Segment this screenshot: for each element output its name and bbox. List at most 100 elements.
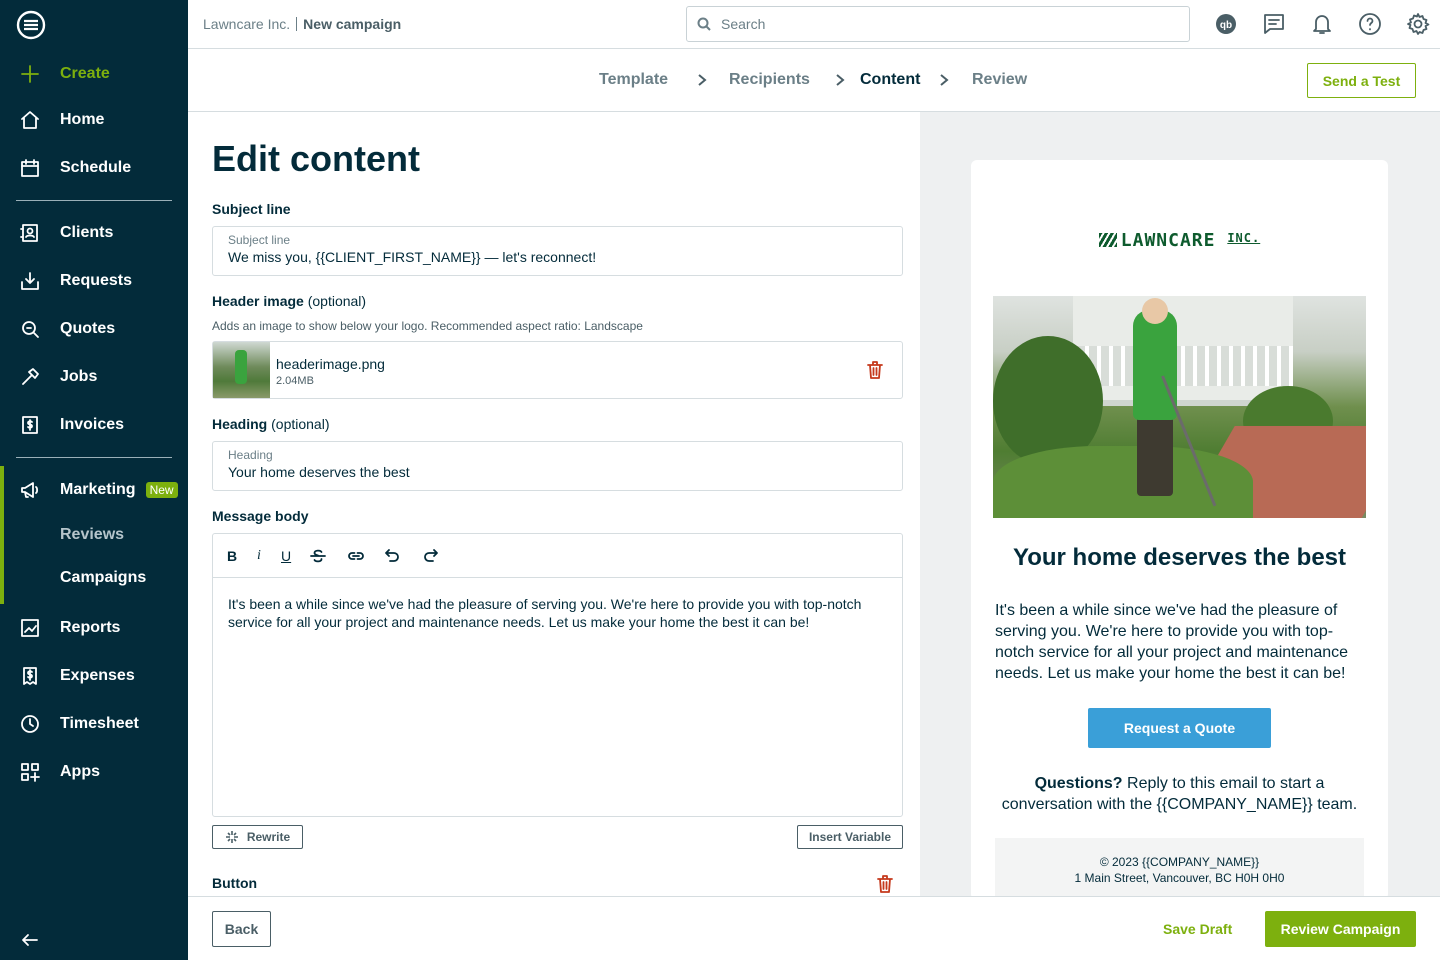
quickbooks-icon[interactable]: qb	[1214, 12, 1238, 36]
search-placeholder: Search	[721, 16, 766, 32]
heading-field[interactable]: Heading Your home deserves the best	[212, 441, 903, 491]
footer-copyright: © 2023 {{COMPANY_NAME}}	[1099, 855, 1260, 869]
optional-text: (optional)	[271, 416, 330, 432]
sidebar-item-marketing[interactable]: Marketing New	[0, 470, 188, 510]
sidebar-divider	[16, 457, 172, 458]
sidebar-item-requests[interactable]: Requests	[0, 261, 188, 301]
step-review[interactable]: Review	[972, 71, 1027, 89]
help-icon[interactable]	[1358, 12, 1382, 36]
jobber-logo[interactable]	[16, 10, 46, 40]
calendar-icon	[20, 158, 40, 178]
action-bar: Back Save Draft Review Campaign	[188, 896, 1440, 960]
sidebar: Create Home Schedule Clients Requests Qu…	[0, 0, 188, 960]
step-template[interactable]: Template	[599, 71, 668, 89]
message-body-editor[interactable]: B i U It's been a while since we've had …	[212, 533, 903, 817]
redo-icon[interactable]	[422, 547, 440, 565]
svg-text:qb: qb	[1220, 20, 1232, 31]
search-input[interactable]: Search	[686, 6, 1190, 42]
sidebar-item-label: Requests	[60, 272, 133, 289]
file-size: 2.04MB	[276, 375, 314, 387]
chat-icon[interactable]	[1262, 12, 1286, 36]
sidebar-item-reports[interactable]: Reports	[0, 608, 188, 648]
sidebar-item-quotes[interactable]: Quotes	[0, 309, 188, 349]
top-bar: Lawncare Inc. New campaign Search qb	[188, 0, 1440, 49]
clients-icon	[20, 223, 40, 243]
sidebar-item-invoices[interactable]: Invoices	[0, 405, 188, 445]
brand-suffix: INC.	[1227, 231, 1261, 245]
clock-icon	[20, 714, 40, 734]
sidebar-item-label: Marketing	[60, 481, 136, 498]
save-draft-button[interactable]: Save Draft	[1163, 921, 1232, 937]
megaphone-icon	[20, 480, 40, 500]
rewrite-label: Rewrite	[246, 830, 291, 844]
gear-icon[interactable]	[1406, 12, 1430, 36]
italic-button[interactable]: i	[257, 547, 261, 565]
uploaded-file: headerimage.png 2.04MB	[212, 341, 903, 399]
insert-variable-button[interactable]: Insert Variable	[797, 825, 903, 849]
bell-icon[interactable]	[1310, 12, 1334, 36]
chevron-right-icon	[834, 73, 846, 87]
message-body-text[interactable]: It's been a while since we've had the pl…	[228, 595, 878, 631]
sidebar-item-home[interactable]: Home	[0, 100, 188, 140]
sidebar-item-label: Apps	[60, 763, 100, 780]
step-recipients[interactable]: Recipients	[729, 71, 810, 89]
sidebar-item-jobs[interactable]: Jobs	[0, 357, 188, 397]
header-image-label: Header image (optional)	[212, 293, 366, 309]
hero-railing	[1073, 346, 1293, 386]
send-test-button[interactable]: Send a Test	[1307, 63, 1416, 98]
back-button[interactable]: Back	[212, 911, 271, 947]
rewrite-button[interactable]: Rewrite	[212, 825, 303, 849]
sidebar-item-label: Invoices	[60, 416, 125, 433]
field-value: Your home deserves the best	[228, 464, 410, 480]
sidebar-item-label: Clients	[60, 224, 114, 241]
sparkle-icon	[225, 831, 238, 843]
campaign-stepper: Template Recipients Content Review Send …	[188, 49, 1440, 112]
chevron-right-icon	[938, 73, 950, 87]
delete-image-icon[interactable]	[866, 360, 884, 380]
sidebar-item-label: Quotes	[60, 320, 116, 337]
bold-button[interactable]: B	[227, 547, 237, 565]
label-text: Header image	[212, 293, 304, 309]
breadcrumb-page: New campaign	[303, 16, 402, 32]
sidebar-subitem-reviews[interactable]: Reviews	[60, 526, 124, 544]
sidebar-item-expenses[interactable]: Expenses	[0, 656, 188, 696]
thumbnail-figure	[235, 350, 247, 384]
undo-icon[interactable]	[383, 547, 401, 565]
sidebar-item-schedule[interactable]: Schedule	[0, 148, 188, 188]
breadcrumb-separator	[296, 17, 298, 31]
link-icon[interactable]	[347, 547, 365, 565]
sidebar-item-create[interactable]: Create	[0, 54, 188, 94]
sidebar-item-label: Jobs	[60, 368, 98, 385]
header-image-hint: Adds an image to show below your logo. R…	[212, 319, 643, 333]
hero-lawn	[993, 446, 1253, 518]
request-quote-button: Request a Quote	[1088, 708, 1271, 748]
hero-person	[1133, 310, 1177, 420]
label-text: Heading	[212, 416, 268, 432]
file-thumbnail	[213, 342, 270, 398]
breadcrumb-company[interactable]: Lawncare Inc.	[203, 16, 290, 32]
review-campaign-button[interactable]: Review Campaign	[1265, 911, 1416, 947]
new-badge: New	[145, 482, 178, 498]
reports-chart-icon	[20, 618, 40, 638]
field-label: Subject line	[228, 233, 291, 247]
receipt-dollar-icon	[20, 666, 40, 686]
field-label: Heading	[228, 448, 273, 462]
sidebar-item-timesheet[interactable]: Timesheet	[0, 704, 188, 744]
header-image-preview	[993, 296, 1366, 518]
step-content[interactable]: Content	[860, 71, 920, 89]
subject-line-field[interactable]: Subject line We miss you, {{CLIENT_FIRST…	[212, 226, 903, 276]
collapse-sidebar-icon[interactable]	[20, 930, 40, 950]
underline-button[interactable]: U	[281, 547, 291, 565]
sidebar-item-label: Create	[60, 65, 110, 82]
delete-button-icon[interactable]	[876, 874, 894, 894]
logo-mark	[1098, 233, 1117, 247]
plus-icon	[20, 64, 40, 84]
breadcrumb: Lawncare Inc. New campaign	[203, 16, 401, 32]
quote-search-icon	[20, 319, 40, 339]
sidebar-item-apps[interactable]: Apps	[0, 752, 188, 792]
strikethrough-icon[interactable]	[309, 547, 327, 565]
sidebar-item-clients[interactable]: Clients	[0, 213, 188, 253]
chevron-right-icon	[696, 73, 708, 87]
sidebar-item-label: Timesheet	[60, 715, 139, 732]
sidebar-subitem-campaigns[interactable]: Campaigns	[60, 569, 146, 587]
